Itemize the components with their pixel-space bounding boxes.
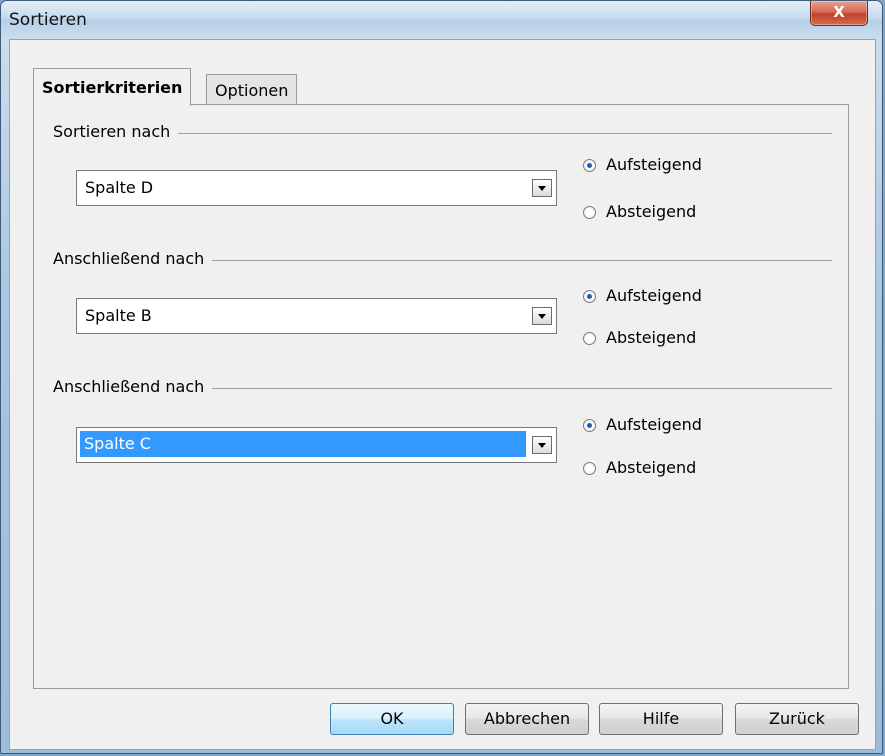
help-button[interactable]: Hilfe [599,703,723,735]
ascending-label: Aufsteigend [606,286,702,305]
chevron-down-icon[interactable] [532,307,552,325]
sort-key-3-dropdown[interactable]: Spalte C [76,427,557,463]
sort-key-1-value: Spalte D [85,178,154,197]
radio-unchecked-icon[interactable] [583,332,596,345]
group-heading-then-by-1: Anschließend nach [53,249,213,268]
chevron-down-icon[interactable] [532,179,552,197]
descending-label: Absteigend [606,202,697,221]
sort-key-3-value: Spalte C [80,431,526,457]
sort-key-2-value: Spalte B [85,306,152,325]
tab-sortierkriterien[interactable]: Sortierkriterien [33,68,192,106]
radio-unchecked-icon[interactable] [583,206,596,219]
sort-key-2-dropdown[interactable]: Spalte B [76,298,557,334]
ascending-label: Aufsteigend [606,415,702,434]
close-button[interactable]: X [810,1,868,26]
group-heading-then-by-2: Anschließend nach [53,377,213,396]
title-bar[interactable]: Sortieren X [1,1,882,37]
close-icon: X [833,3,845,21]
chevron-down-icon[interactable] [532,436,552,454]
dialog-content: Sortierkriterien Optionen Sortieren nach… [9,39,876,750]
sort-criteria-panel: Sortieren nach Spalte D Aufsteigend Abst… [33,104,849,689]
tab-optionen[interactable]: Optionen [206,74,298,105]
radio-unchecked-icon[interactable] [583,462,596,475]
group-heading-sort-by: Sortieren nach [53,122,179,141]
ascending-label: Aufsteigend [606,155,702,174]
radio-checked-icon[interactable] [583,419,596,432]
cancel-button[interactable]: Abbrechen [465,703,589,735]
radio-checked-icon[interactable] [583,159,596,172]
dialog-title: Sortieren [9,10,87,30]
radio-checked-icon[interactable] [583,290,596,303]
back-button[interactable]: Zurück [735,703,859,735]
sort-dialog: Sortieren X Sortierkriterien Optionen So… [0,0,883,754]
descending-label: Absteigend [606,328,697,347]
sort-key-1-dropdown[interactable]: Spalte D [76,170,557,206]
descending-label: Absteigend [606,458,697,477]
ok-button[interactable]: OK [330,703,454,735]
